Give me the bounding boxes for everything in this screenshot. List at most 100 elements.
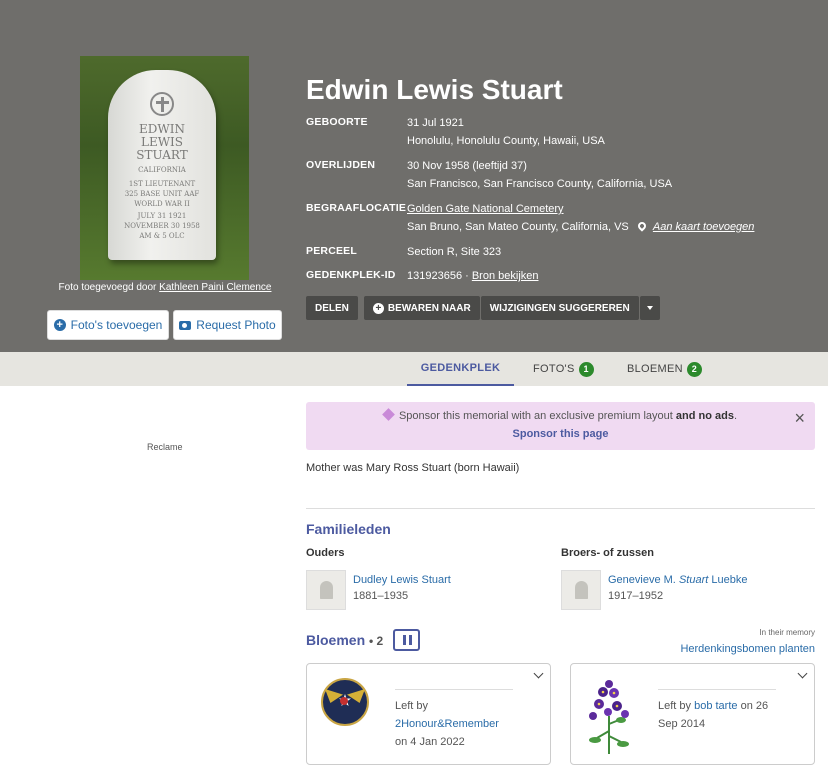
left-by-label: Left by — [395, 700, 429, 712]
flower-date: on 4 Jan 2022 — [395, 736, 465, 748]
ad-label: Reclame — [147, 442, 183, 452]
headstone-line: JULY 31 1921 — [137, 212, 187, 220]
violet-flower-icon — [589, 680, 629, 754]
headstone-photo[interactable]: EDWIN LEWIS STUART CALIFORNIA 1ST LIEUTE… — [80, 56, 249, 280]
parent-years: 1881–1935 — [353, 590, 409, 602]
parent-name[interactable]: Dudley Lewis Stuart — [353, 574, 451, 586]
diamond-icon — [382, 408, 395, 421]
birth-place: Honolulu, Honolulu County, Hawaii, USA — [407, 135, 605, 147]
memory-label: In their memory — [759, 628, 815, 637]
save-to-button[interactable]: + BEWAREN NAAR — [363, 296, 480, 320]
headstone-line: STUART — [136, 148, 188, 162]
flowers-count: • 2 — [369, 634, 384, 648]
sponsor-message: Sponsor this memorial with an exclusive … — [398, 410, 673, 422]
photos-count-badge: 1 — [578, 361, 594, 377]
sibling-name[interactable]: Genevieve M. Stuart Luebke — [608, 574, 747, 586]
photo-credit: Foto toegevoegd door Kathleen Paini Clem… — [40, 282, 290, 293]
caret-down-icon — [646, 306, 653, 310]
fact-label: PERCEEL — [306, 245, 357, 257]
headstone-placeholder-icon — [561, 570, 601, 610]
air-force-badge-icon — [321, 678, 369, 726]
plus-icon: + — [53, 319, 66, 331]
add-photos-button[interactable]: + Foto's toevoegen — [47, 310, 169, 340]
more-options-button[interactable] — [639, 296, 660, 320]
close-icon[interactable]: × — [794, 409, 805, 427]
headstone-line: LEWIS — [140, 135, 184, 149]
birth-date: 31 Jul 1921 — [407, 117, 464, 129]
headstone-placeholder-icon — [306, 570, 346, 610]
parents-label: Ouders — [306, 547, 345, 559]
headstone-line: AM & 5 OLC — [139, 232, 185, 240]
headstone-line: 325 BASE UNIT AAF — [124, 190, 200, 198]
headstone-line: NOVEMBER 30 1958 — [124, 222, 200, 230]
flowers-count-badge: 2 — [686, 361, 702, 377]
flower-author-link[interactable]: bob tarte — [694, 700, 737, 712]
view-source-link[interactable]: Bron bekijken — [472, 270, 539, 282]
save-to-label: BEWAREN NAAR — [387, 302, 471, 314]
headstone: EDWIN LEWIS STUART CALIFORNIA 1ST LIEUTE… — [108, 70, 216, 260]
headstone-line: WORLD WAR II — [134, 200, 190, 208]
tab-flowers[interactable]: BLOEMEN 2 — [627, 352, 702, 386]
cemetery-link[interactable]: Golden Gate National Cemetery — [407, 203, 564, 215]
flower-card[interactable]: Left by 2Honour&Remember on 4 Jan 2022 — [306, 663, 551, 765]
death-place: San Francisco, San Francisco County, Cal… — [407, 178, 673, 190]
fact-label: GEDENKPLEK-ID — [306, 269, 396, 281]
sponsor-text: Sponsor this memorial with an exclusive … — [306, 408, 815, 422]
flower-date-part: Sep 2014 — [658, 718, 706, 730]
memorial-id: 131923656 · — [407, 270, 469, 282]
add-to-map-link[interactable]: Aan kaart toevoegen — [653, 221, 755, 233]
flower-card[interactable]: Left by bob tarte on 26 Sep 2014 — [570, 663, 815, 765]
fact-label: GEBOORTE — [306, 116, 368, 128]
headstone-line: 1ST LIEUTENANT — [128, 180, 196, 188]
tab-label: BLOEMEN — [627, 363, 683, 375]
plant-trees-link[interactable]: Herdenkingsbomen planten — [680, 643, 815, 655]
flower-date-part: on 26 — [740, 700, 769, 712]
burial-place: San Bruno, San Mateo County, California,… — [407, 221, 629, 233]
photo-credit-prefix: Foto toegevoegd door — [58, 282, 157, 293]
camera-icon — [179, 320, 192, 330]
fact-label: BEGRAAFLOCATIE — [306, 202, 407, 214]
fact-label: OVERLIJDEN — [306, 159, 376, 171]
cross-icon — [150, 92, 174, 116]
headstone-line: CALIFORNIA — [138, 166, 186, 174]
tab-memorial[interactable]: GEDENKPLEK — [407, 352, 514, 386]
memorial-header: EDWIN LEWIS STUART CALIFORNIA 1ST LIEUTE… — [0, 0, 828, 352]
family-member-parent[interactable]: Dudley Lewis Stuart 1881–1935 — [306, 570, 546, 612]
sponsor-page-link[interactable]: Sponsor this page — [306, 428, 815, 440]
chevron-down-icon[interactable] — [797, 668, 808, 679]
flower-author-link[interactable]: 2Honour&Remember — [395, 718, 499, 730]
flowers-title: Bloemen • 2 — [306, 632, 383, 648]
plus-icon: + — [372, 302, 384, 314]
headstone-line: EDWIN — [139, 122, 185, 136]
chevron-down-icon[interactable] — [533, 668, 544, 679]
family-title: Familieleden — [306, 521, 391, 537]
flower-card-text: Left by bob tarte on 26 Sep 2014 — [658, 697, 768, 733]
sponsor-banner: Sponsor this memorial with an exclusive … — [306, 402, 815, 450]
tab-photos[interactable]: FOTO'S 1 — [533, 352, 594, 386]
photo-credit-link[interactable]: Kathleen Paini Clemence — [159, 282, 271, 293]
death-date: 30 Nov 1958 (leeftijd 37) — [407, 160, 527, 172]
plot-value: Section R, Site 323 — [407, 246, 502, 258]
pause-button[interactable] — [393, 629, 420, 651]
add-photos-label: Foto's toevoegen — [70, 318, 163, 332]
flowers-title-text: Bloemen — [306, 632, 366, 648]
divider — [306, 508, 815, 509]
left-by-label: Left by — [658, 700, 692, 712]
request-photo-button[interactable]: Request Photo — [173, 310, 282, 340]
map-pin-icon — [636, 220, 648, 232]
tab-label: FOTO'S — [533, 363, 575, 375]
bio-text: Mother was Mary Ross Stuart (born Hawaii… — [306, 462, 520, 474]
family-member-sibling[interactable]: Genevieve M. Stuart Luebke 1917–1952 — [561, 570, 811, 612]
sponsor-bold: and no ads — [675, 410, 734, 422]
flower-card-text: Left by 2Honour&Remember on 4 Jan 2022 — [395, 697, 499, 751]
person-name: Edwin Lewis Stuart — [306, 74, 563, 105]
tab-bar: GEDENKPLEK FOTO'S 1 BLOEMEN 2 — [0, 352, 828, 386]
share-button[interactable]: DELEN — [306, 296, 358, 320]
tab-label: GEDENKPLEK — [420, 362, 501, 374]
siblings-label: Broers- of zussen — [561, 547, 654, 559]
action-toolbar: DELEN + BEWAREN NAAR WIJZIGINGEN SUGGERE… — [306, 296, 660, 320]
save-group: + BEWAREN NAAR WIJZIGINGEN SUGGEREREN — [363, 296, 660, 320]
suggest-edits-button[interactable]: WIJZIGINGEN SUGGEREREN — [480, 296, 639, 320]
sponsor-end: . — [733, 410, 738, 422]
sibling-years: 1917–1952 — [608, 590, 664, 602]
